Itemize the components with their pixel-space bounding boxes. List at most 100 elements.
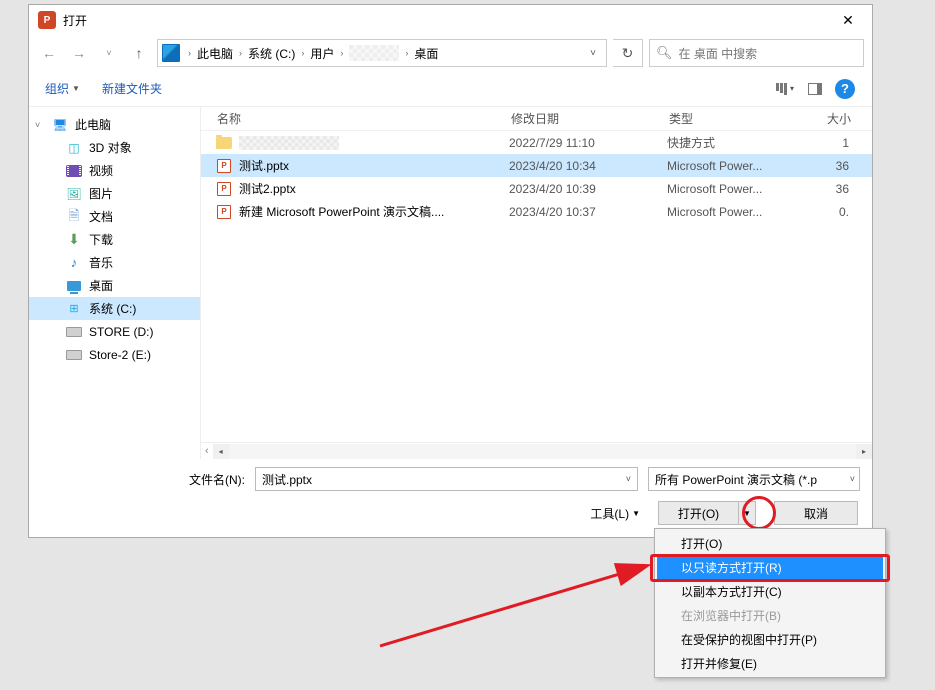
col-name[interactable]: 名称 xyxy=(215,110,509,127)
col-type[interactable]: 类型 xyxy=(667,110,807,127)
refresh-button[interactable]: ↻ xyxy=(613,39,643,67)
sidebar-item[interactable]: ⬇下载 xyxy=(29,228,200,251)
file-row[interactable]: P 测试.pptx 2023/4/20 10:34Microsoft Power..… xyxy=(201,154,872,177)
filename-redacted xyxy=(239,136,339,150)
file-size: 36 xyxy=(807,182,857,196)
file-size: 1 xyxy=(807,136,857,150)
cancel-button[interactable]: 取消 xyxy=(774,501,858,525)
open-mode-dropdown-button[interactable]: ▼ xyxy=(738,501,756,525)
open-mode-menu-item[interactable]: 以副本方式打开(C) xyxy=(657,579,883,603)
ppt-file-icon: P xyxy=(215,158,233,174)
preview-pane-button[interactable] xyxy=(800,77,830,101)
file-date: 2023/4/20 10:39 xyxy=(509,182,667,196)
sidebar-item-label: 此电脑 xyxy=(75,116,111,133)
chevron-down-icon[interactable]: ˅ xyxy=(626,474,631,484)
tools-menu[interactable]: 工具(L)▼ xyxy=(590,505,640,522)
breadcrumb-seg[interactable]: 系统 (C:) xyxy=(246,45,297,62)
sidebar-item[interactable]: 视频 xyxy=(29,159,200,182)
file-type: Microsoft Power... xyxy=(667,159,807,173)
file-name: 新建 Microsoft PowerPoint 演示文稿.... xyxy=(239,203,444,220)
file-type: Microsoft Power... xyxy=(667,205,807,219)
back-button[interactable]: ← xyxy=(37,41,61,65)
breadcrumb-seg[interactable]: 桌面 xyxy=(412,45,440,62)
breadcrumb-redacted xyxy=(349,45,399,61)
ppt-file-icon: P xyxy=(215,181,233,197)
sidebar-item[interactable]: ⊞系统 (C:) xyxy=(29,297,200,320)
up-button[interactable]: ↑ xyxy=(127,41,151,65)
file-type: Microsoft Power... xyxy=(667,182,807,196)
horizontal-scrollbar[interactable]: ‹ ◂ ▸ xyxy=(201,442,872,459)
open-mode-menu-item: 在浏览器中打开(B) xyxy=(657,603,883,627)
open-mode-menu: 打开(O)以只读方式打开(R)以副本方式打开(C)在浏览器中打开(B)在受保护的… xyxy=(654,528,886,678)
sidebar-item[interactable]: ♪音乐 xyxy=(29,251,200,274)
open-file-dialog: P 打开 ✕ ← → ˅ ↑ › 此电脑 › 系统 (C:) › 用户 › › … xyxy=(28,4,873,538)
open-button[interactable]: 打开(O) xyxy=(658,501,738,525)
dialog-title: 打开 xyxy=(63,12,87,29)
breadcrumb-seg[interactable]: 此电脑 xyxy=(195,45,235,62)
file-type: 快捷方式 xyxy=(667,134,807,151)
sidebar-item-label: 视频 xyxy=(89,162,113,179)
sidebar-nav[interactable]: ˅🖥此电脑◫3D 对象视频 🖼图片🗎文档⬇下载♪音乐桌面 ⊞系统 (C:) STORE… xyxy=(29,107,201,459)
sidebar-item-label: 下载 xyxy=(89,231,113,248)
file-date: 2023/4/20 10:34 xyxy=(509,159,667,173)
open-mode-menu-item[interactable]: 打开(O) xyxy=(657,531,883,555)
filename-value: 测试.pptx xyxy=(262,471,312,488)
sidebar-item[interactable]: ◫3D 对象 xyxy=(29,136,200,159)
file-row[interactable]: 2022/7/29 11:10快捷方式1 xyxy=(201,131,872,154)
col-size[interactable]: 大小 xyxy=(807,110,857,127)
help-button[interactable]: ? xyxy=(830,77,860,101)
file-size: 0. xyxy=(807,205,857,219)
organize-menu[interactable]: 组织▼ xyxy=(41,76,84,101)
annotation-arrow xyxy=(370,536,670,656)
navigation-bar: ← → ˅ ↑ › 此电脑 › 系统 (C:) › 用户 › › 桌面 ˅ ↻ … xyxy=(29,35,872,71)
column-headers: 名称 修改日期 类型 大小 xyxy=(201,107,872,131)
location-drive-icon xyxy=(162,44,180,62)
search-input[interactable]: 🔍︎ 在 桌面 中搜索 xyxy=(649,39,864,67)
filename-label: 文件名(N): xyxy=(189,471,245,488)
breadcrumb-dropdown-icon[interactable]: ˅ xyxy=(584,48,602,59)
sidebar-item-label: 图片 xyxy=(89,185,113,202)
file-row[interactable]: P 测试2.pptx 2023/4/20 10:39Microsoft Power.… xyxy=(201,177,872,200)
file-date: 2023/4/20 10:37 xyxy=(509,205,667,219)
file-name: 测试2.pptx xyxy=(239,180,296,197)
sidebar-item-label: 系统 (C:) xyxy=(89,300,136,317)
chevron-right-icon: › xyxy=(401,48,412,58)
view-mode-button[interactable]: ▾ xyxy=(770,77,800,101)
chevron-down-icon: ▼ xyxy=(72,84,80,93)
sidebar-item[interactable]: Store-2 (E:) xyxy=(29,343,200,366)
file-name: 测试.pptx xyxy=(239,157,289,174)
address-breadcrumb[interactable]: › 此电脑 › 系统 (C:) › 用户 › › 桌面 ˅ xyxy=(157,39,607,67)
sidebar-item-label: 3D 对象 xyxy=(89,139,132,156)
sidebar-item[interactable]: 🗎文档 xyxy=(29,205,200,228)
search-placeholder: 在 桌面 中搜索 xyxy=(679,45,758,62)
chevron-down-icon: ˅ xyxy=(850,474,855,484)
filename-input[interactable]: 测试.pptx ˅ xyxy=(255,467,638,491)
sidebar-item-label: 音乐 xyxy=(89,254,113,271)
open-mode-menu-item[interactable]: 打开并修复(E) xyxy=(657,651,883,675)
sidebar-item-label: 文档 xyxy=(89,208,113,225)
sidebar-item[interactable]: 🖼图片 xyxy=(29,182,200,205)
sidebar-item-label: Store-2 (E:) xyxy=(89,348,151,362)
chevron-right-icon: › xyxy=(184,48,195,58)
file-type-value: 所有 PowerPoint 演示文稿 (*.p xyxy=(655,471,817,488)
sidebar-item[interactable]: ˅🖥此电脑 xyxy=(29,113,200,136)
chevron-right-icon: › xyxy=(235,48,246,58)
sidebar-item[interactable]: STORE (D:) xyxy=(29,320,200,343)
close-button[interactable]: ✕ xyxy=(826,6,870,34)
open-mode-menu-item[interactable]: 以只读方式打开(R) xyxy=(657,555,883,579)
sidebar-item[interactable]: 桌面 xyxy=(29,274,200,297)
history-dropdown-icon[interactable]: ˅ xyxy=(97,41,121,65)
file-list[interactable]: 2022/7/29 11:10快捷方式1 P 测试.pptx 2023/4/20 10… xyxy=(201,131,872,442)
folder-icon xyxy=(215,135,233,151)
titlebar: P 打开 ✕ xyxy=(29,5,872,35)
sidebar-item-label: 桌面 xyxy=(89,277,113,294)
file-row[interactable]: P新建 Microsoft PowerPoint 演示文稿....2023/4/… xyxy=(201,200,872,223)
forward-button[interactable]: → xyxy=(67,41,91,65)
file-type-select[interactable]: 所有 PowerPoint 演示文稿 (*.p ˅ xyxy=(648,467,860,491)
open-mode-menu-item[interactable]: 在受保护的视图中打开(P) xyxy=(657,627,883,651)
chevron-down-icon: ▼ xyxy=(632,509,640,518)
sidebar-item-label: STORE (D:) xyxy=(89,325,153,339)
new-folder-button[interactable]: 新建文件夹 xyxy=(98,76,166,101)
breadcrumb-seg[interactable]: 用户 xyxy=(308,45,336,62)
col-date[interactable]: 修改日期 xyxy=(509,110,667,127)
